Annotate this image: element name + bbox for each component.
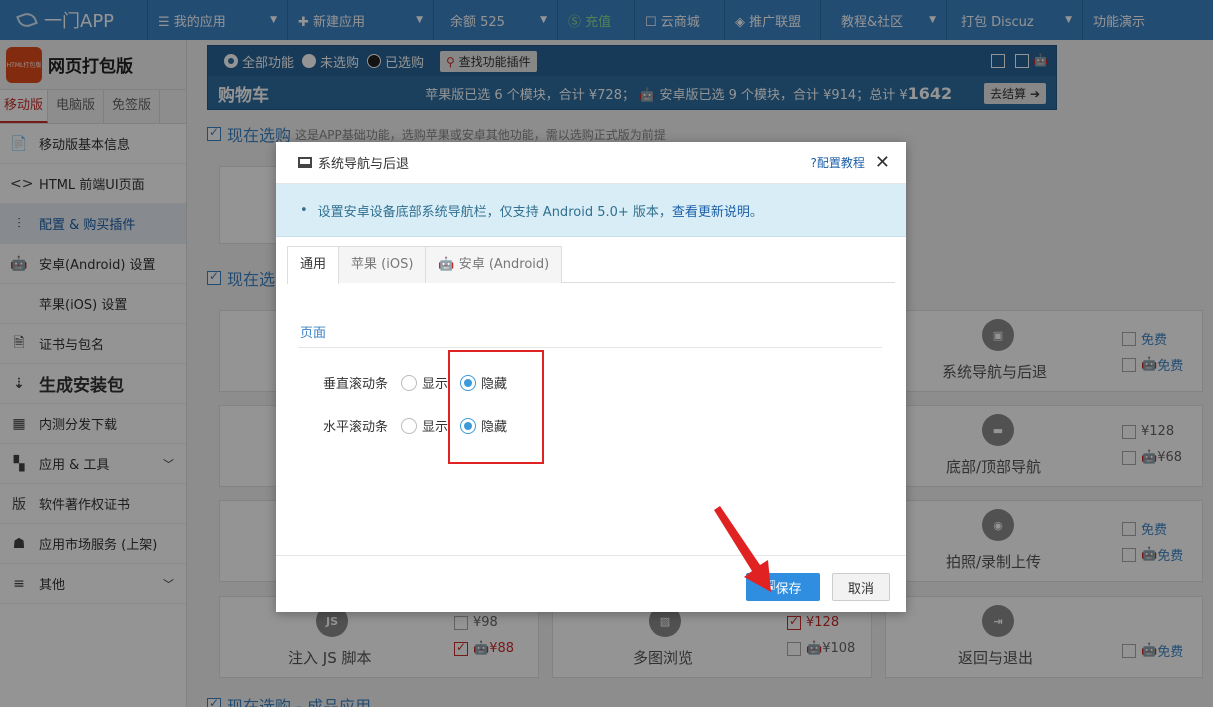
info-alert: • 设置安卓设备底部系统导航栏，仅支持 Android 5.0+ 版本， 查看更新… bbox=[276, 184, 906, 237]
tab-android[interactable]: 🤖 安卓 (Android) bbox=[425, 246, 563, 283]
divider bbox=[298, 347, 882, 348]
highlight-box bbox=[448, 350, 544, 464]
option-label: 显示 bbox=[422, 377, 449, 392]
info-end: 。 bbox=[749, 204, 763, 220]
save-button[interactable]: 🖫 保存 bbox=[746, 573, 820, 601]
dialog-footer: 🖫 保存 取消 bbox=[276, 555, 906, 612]
row-label: 水平滚动条 bbox=[323, 420, 389, 435]
dialog-title: 系统导航与后退 bbox=[318, 157, 410, 172]
show-radio[interactable] bbox=[401, 417, 417, 434]
help-link[interactable]: ?配置教程 bbox=[811, 154, 865, 171]
show-radio[interactable] bbox=[401, 374, 417, 391]
horizontal-show-option[interactable]: 显示 bbox=[401, 416, 448, 435]
update-notes-link[interactable]: 查看更新说明 bbox=[672, 201, 750, 220]
dialog-header: 系统导航与后退 ?配置教程 ✕ bbox=[276, 142, 906, 184]
cancel-button[interactable]: 取消 bbox=[832, 573, 890, 601]
dialog-tabs: 通用 苹果 (iOS) 🤖 安卓 (Android) bbox=[287, 246, 895, 284]
tab-label: 苹果 (iOS) bbox=[351, 257, 414, 272]
bullet-icon: • bbox=[300, 202, 308, 218]
group-title: 页面 bbox=[300, 326, 327, 341]
tab-general[interactable]: 通用 bbox=[287, 246, 340, 284]
save-icon: 🖫 bbox=[764, 578, 776, 593]
vertical-show-option[interactable]: 显示 bbox=[401, 373, 448, 392]
tab-label: 安卓 (Android) bbox=[454, 257, 550, 272]
save-label: 保存 bbox=[775, 581, 802, 597]
android-icon: 🤖 bbox=[438, 257, 455, 272]
tab-ios[interactable]: 苹果 (iOS) bbox=[338, 246, 427, 283]
row-label: 垂直滚动条 bbox=[323, 377, 389, 392]
option-label: 显示 bbox=[422, 420, 449, 435]
info-text: 设置安卓设备底部系统导航栏，仅支持 Android 5.0+ 版本， bbox=[317, 204, 672, 220]
monitor-icon bbox=[298, 157, 312, 168]
settings-dialog: 系统导航与后退 ?配置教程 ✕ • 设置安卓设备底部系统导航栏，仅支持 Andr… bbox=[276, 142, 906, 612]
close-icon[interactable]: ✕ bbox=[875, 152, 890, 173]
